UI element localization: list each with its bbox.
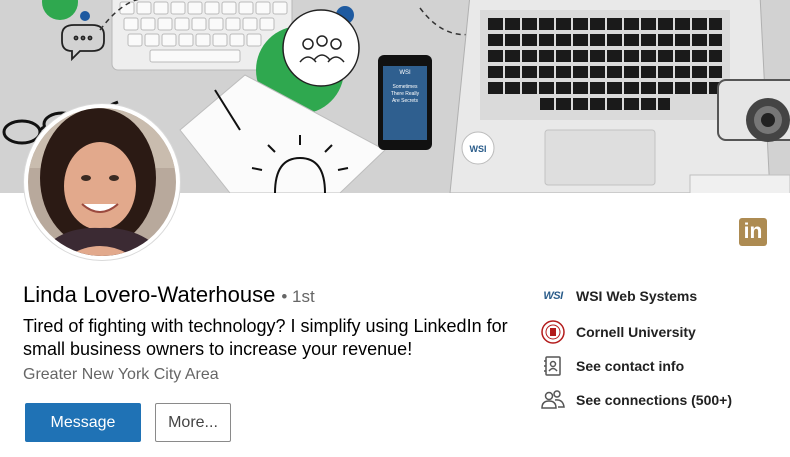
- connection-degree: • 1st: [281, 287, 315, 306]
- phone-brand-text: WSI: [399, 70, 411, 76]
- svg-text:There Really: There Really: [391, 91, 420, 97]
- profile-name-row: Linda Lovero-Waterhouse • 1st: [23, 282, 315, 308]
- sidebar-item-contact-info[interactable]: See contact info: [540, 353, 684, 379]
- people-icon: [540, 387, 566, 413]
- sidebar-item-label: WSI Web Systems: [576, 288, 698, 304]
- sidebar-item-label: See connections (500+): [576, 392, 733, 408]
- sidebar-item-school[interactable]: Cornell University: [540, 319, 696, 345]
- profile-location: Greater New York City Area: [23, 366, 219, 383]
- more-button[interactable]: More...: [155, 403, 231, 442]
- profile-photo[interactable]: [24, 104, 180, 260]
- linkedin-logo-icon: in: [739, 218, 767, 246]
- profile-headline: Tired of fighting with technology? I sim…: [23, 316, 508, 359]
- laptop-sticker-text: WSI: [470, 144, 487, 154]
- svg-text:Are Secrets: Are Secrets: [392, 98, 419, 104]
- cornell-seal-icon: [540, 319, 566, 345]
- sidebar-item-company[interactable]: WSI WSI Web Systems: [540, 283, 697, 309]
- sidebar-item-connections[interactable]: See connections (500+): [540, 387, 732, 413]
- sidebar-item-label: Cornell University: [576, 324, 696, 340]
- sidebar-item-label: See contact info: [576, 358, 685, 374]
- profile-name: Linda Lovero-Waterhouse: [23, 282, 276, 307]
- wsi-logo-icon: WSI: [543, 290, 563, 302]
- contact-card-icon: [540, 353, 566, 379]
- svg-text:Sometimes: Sometimes: [392, 84, 418, 90]
- message-button[interactable]: Message: [25, 403, 141, 442]
- camera-illustration: [717, 79, 790, 142]
- phone-illustration: WSI Sometimes There Really Are Secrets: [378, 55, 432, 150]
